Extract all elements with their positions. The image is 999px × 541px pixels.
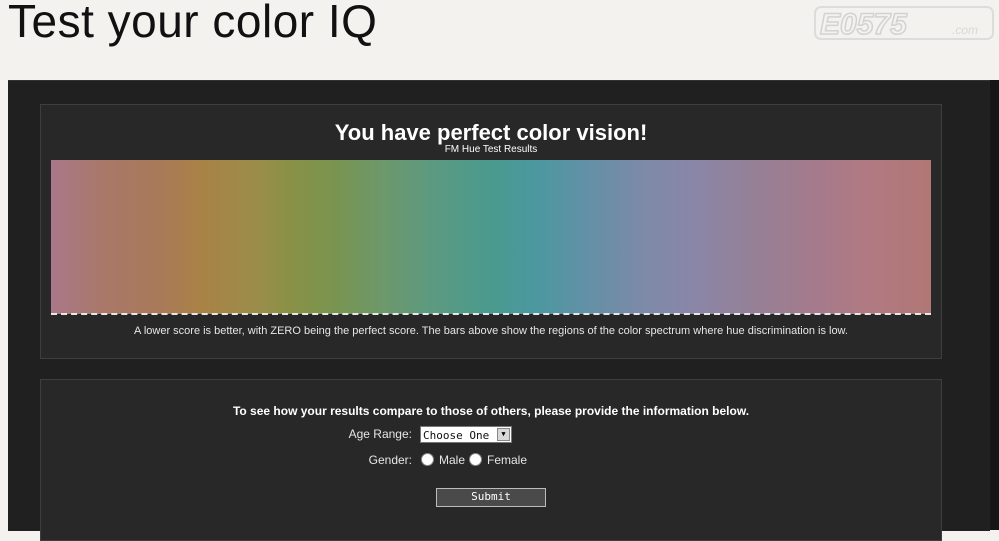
results-box: You have perfect color vision! FM Hue Te… <box>40 104 942 359</box>
hue-spectrum-chart <box>51 160 931 314</box>
gender-label: Gender: <box>368 453 412 467</box>
spectrum-baseline <box>51 313 931 315</box>
watermark-suffix: .com <box>952 23 978 37</box>
watermark-text: E0575 <box>820 8 908 40</box>
age-range-label: Age Range: <box>348 427 412 441</box>
demographics-form: To see how your results compare to those… <box>40 379 942 541</box>
form-intro: To see how your results compare to those… <box>232 404 750 418</box>
gender-female-label[interactable]: Female <box>487 453 527 467</box>
scrollbar-track[interactable] <box>990 80 999 530</box>
result-subheadline: FM Hue Test Results <box>444 144 538 155</box>
chevron-down-icon[interactable]: ▼ <box>497 428 510 441</box>
score-explanation: A lower score is better, with ZERO being… <box>134 325 848 337</box>
gender-male-radio[interactable] <box>421 453 434 466</box>
gender-male-label[interactable]: Male <box>439 453 465 467</box>
result-headline: You have perfect color vision! <box>334 120 648 145</box>
site-watermark-logo: E0575 .com <box>814 6 994 40</box>
age-range-select[interactable]: Choose One ▼ <box>420 426 512 443</box>
page-title: Test your color IQ <box>8 0 378 47</box>
main-panel: You have perfect color vision! FM Hue Te… <box>8 80 990 541</box>
submit-button[interactable]: Submit <box>436 488 546 507</box>
gender-female-radio[interactable] <box>469 453 482 466</box>
age-range-selected-value: Choose One <box>423 429 490 442</box>
